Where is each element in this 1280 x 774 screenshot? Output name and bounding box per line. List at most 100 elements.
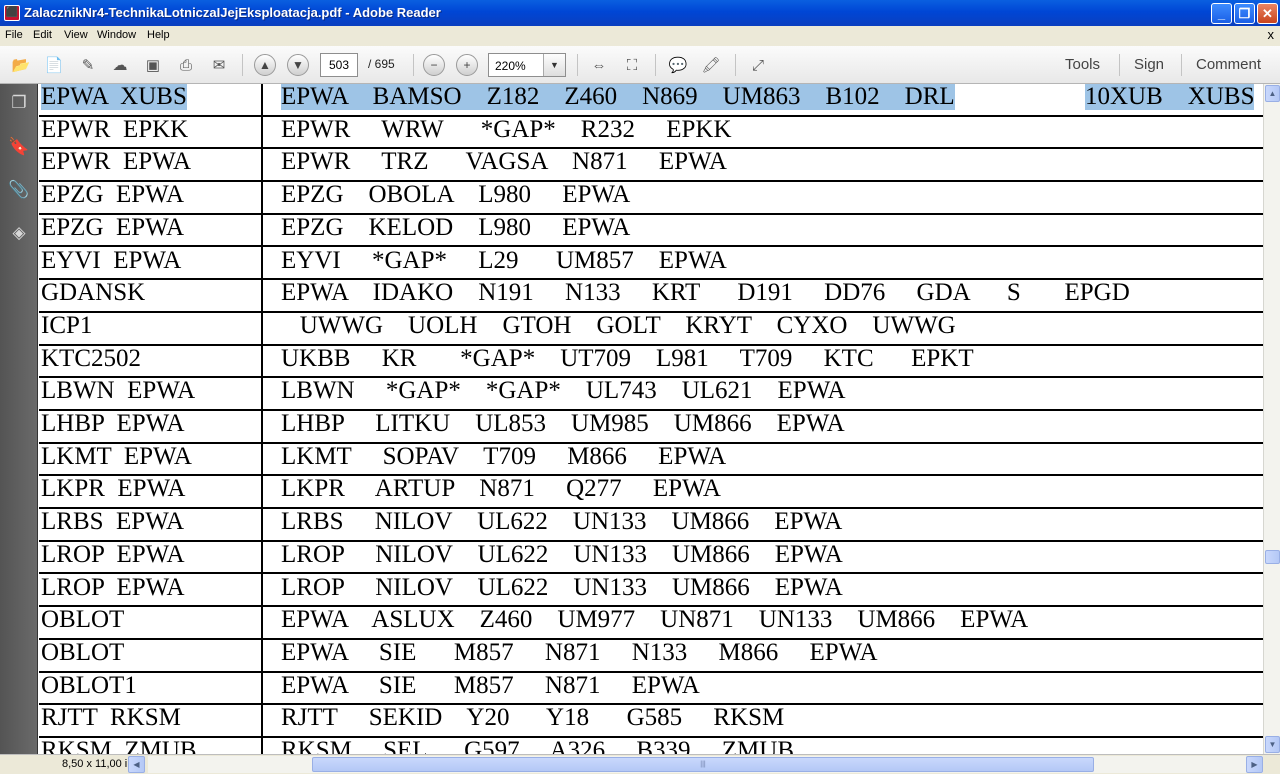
table-row: EPZG EPWA EPZG OBOLA L980 EPWA [39, 182, 1263, 215]
toolbar-separator [1181, 54, 1182, 76]
restore-button[interactable]: ❐ [1234, 3, 1255, 24]
menu-edit[interactable]: Edit [33, 29, 52, 41]
route-path-cell: UKBB KR *GAP* UT709 L981 T709 KTC EPKT [281, 344, 974, 372]
route-path-cell: LROP NILOV UL622 UN133 UM866 EPWA [281, 573, 843, 601]
route-name-cell: ICP1 [41, 311, 93, 339]
route-path-cell: EPWA ASLUX Z460 UM977 UN871 UN133 UM866 … [281, 606, 1029, 634]
table-row: LROP EPWA LROP NILOV UL622 UN133 UM866 EP… [39, 573, 1263, 608]
page-thumbnails-icon[interactable]: ❐ [8, 92, 30, 114]
route-path-cell: EYVI *GAP* L29 UM857 EPWA [281, 246, 727, 274]
route-path-cell: RJTT SEKID Y20 Y18 G585 RKSM [281, 704, 785, 732]
scroll-up-icon[interactable]: ▲ [1265, 85, 1280, 102]
route-path-cell: LBWN *GAP* *GAP* UL743 UL621 EPWA [281, 377, 846, 405]
zoom-select[interactable]: 220% ▼ [488, 53, 566, 77]
zoom-in-icon[interactable]: + [456, 54, 478, 76]
cloud-upload-icon[interactable]: ☁ [108, 53, 132, 77]
table-row: LHBP EPWA LHBP LITKU UL853 UM985 UM866 EP… [39, 411, 1263, 444]
close-button[interactable]: ✕ [1257, 3, 1278, 24]
minimize-button[interactable]: _ [1211, 3, 1232, 24]
toolbar-separator [655, 54, 656, 76]
route-path-cell: EPWR WRW *GAP* R232 EPKK [281, 115, 732, 143]
route-path-cell: EPWA BAMSO Z182 Z460 N869 UM863 B102 DRL [281, 84, 955, 110]
route-path-cell: EPWR TRZ VAGSA N871 EPWA [281, 148, 727, 176]
adobe-reader-icon: ⬛ [4, 5, 20, 21]
vertical-scrollbar[interactable]: ▲ ▼ [1263, 84, 1280, 754]
route-name-cell: KTC2502 [41, 344, 141, 372]
scroll-right-icon[interactable]: ▶ [1246, 756, 1263, 773]
toolbar-separator [577, 54, 578, 76]
previous-page-icon[interactable]: ▲ [254, 54, 276, 76]
table-row: EYVI EPWA EYVI *GAP* L29 UM857 EPWA [39, 246, 1263, 281]
route-name-cell: LKMT EPWA [41, 442, 192, 470]
route-name-cell: LHBP EPWA [41, 410, 185, 437]
print-icon[interactable]: ⎙ [174, 53, 198, 77]
toolbar: 📂 📄 ✎ ☁ ▣ ⎙ ✉ ▲ ▼ 503 / 695 − + 220% ▼ ⇔… [0, 46, 1280, 84]
table-row: LROP EPWA LROP NILOV UL622 UN133 UM866 EP… [39, 540, 1263, 575]
layers-icon[interactable]: ◈ [8, 222, 30, 244]
vertical-scroll-thumb[interactable] [1265, 550, 1280, 564]
horizontal-scroll-thumb[interactable]: ||| [312, 757, 1094, 772]
fit-width-icon[interactable]: ⇔ [587, 53, 611, 77]
route-path-cell: EPWA IDAKO N191 N133 KRT D191 DD76 GDA S… [281, 279, 1130, 307]
menu-bar: File Edit View Window Help x [0, 26, 1280, 46]
email-icon[interactable]: ✉ [207, 53, 231, 77]
close-document-button[interactable]: x [1268, 27, 1275, 42]
full-screen-icon[interactable]: ⤢ [746, 53, 770, 77]
toolbar-separator [413, 54, 414, 76]
fit-page-icon[interactable]: ⛶ [620, 53, 644, 77]
page-number-input[interactable]: 503 [320, 53, 358, 77]
edit-icon[interactable]: ✎ [76, 53, 100, 77]
table-row: LKPR EPWA LKPR ARTUP N871 Q277 EPWA [39, 475, 1263, 510]
bookmarks-icon[interactable]: 🔖 [8, 136, 30, 158]
sign-button[interactable]: Sign [1134, 56, 1164, 73]
sticky-note-icon[interactable]: 💬 [666, 53, 690, 77]
zoom-out-icon[interactable]: − [423, 54, 445, 76]
route-path-cell: EPZG OBOLA L980 EPWA [281, 181, 631, 209]
highlight-text-icon[interactable]: 🖍 [699, 53, 723, 77]
route-name-cell: LKPR EPWA [41, 475, 186, 503]
create-pdf-icon[interactable]: 📄 [42, 53, 66, 77]
route-path-cell: LKPR ARTUP N871 Q277 EPWA [281, 475, 721, 503]
zoom-value: 220% [495, 59, 526, 73]
menu-view[interactable]: View [64, 29, 88, 41]
route-name-cell: OBLOT [41, 606, 125, 634]
route-name-cell: EPWA XUBS [41, 84, 187, 110]
table-row: RJTT RKSM RJTT SEKID Y20 Y18 G585 RKSM [39, 705, 1263, 738]
table-row: ICP1 UWWG UOLH GTOH GOLT KRYT CYXO UWWG [39, 311, 1263, 346]
save-icon[interactable]: ▣ [141, 53, 165, 77]
attachments-icon[interactable]: 📎 [8, 179, 30, 201]
route-path-cell: LKMT SOPAV T709 M866 EPWA [281, 442, 727, 470]
table-row: EPWR EPWA EPWR TRZ VAGSA N871 EPWA [39, 148, 1263, 183]
document-view[interactable]: EPWA XUBS EPWA BAMSO Z182 Z460 N869 UM863… [39, 84, 1263, 754]
route-name-cell: LROP EPWA [41, 540, 185, 568]
chevron-down-icon[interactable]: ▼ [543, 54, 565, 76]
route-path-cell: EPWA SIE M857 N871 EPWA [281, 671, 700, 699]
next-page-icon[interactable]: ▼ [287, 54, 309, 76]
comment-button[interactable]: Comment [1196, 56, 1261, 73]
title-bar: ⬛ ZalacznikNr4-TechnikaLotniczaIJejEkspl… [0, 0, 1280, 26]
scroll-left-icon[interactable]: ◀ [128, 756, 145, 773]
route-path-cell: RKSM SEL G597 A326 B339 ZMUB [281, 737, 795, 755]
route-path-cell: LROP NILOV UL622 UN133 UM866 EPWA [281, 540, 843, 568]
table-row: EPWA XUBS EPWA BAMSO Z182 Z460 N869 UM863… [39, 84, 1263, 117]
route-name-cell: RKSM ZMUB [41, 737, 197, 755]
toolbar-separator [242, 54, 243, 76]
open-icon[interactable]: 📂 [9, 53, 33, 77]
table-row: EPZG EPWA EPZG KELOD L980 EPWA [39, 213, 1263, 248]
scroll-down-icon[interactable]: ▼ [1265, 736, 1280, 753]
menu-file[interactable]: File [5, 29, 23, 41]
navigation-panel: ❐ 🔖 📎 ◈ [0, 84, 38, 754]
horizontal-scrollbar[interactable]: ||| [148, 756, 1263, 773]
route-name-cell: LBWN EPWA [41, 377, 196, 405]
route-name-cell: RJTT RKSM [41, 704, 181, 732]
menu-window[interactable]: Window [97, 29, 136, 41]
menu-help[interactable]: Help [147, 29, 170, 41]
route-name-cell: EPZG EPWA [41, 181, 185, 209]
route-name-cell: EPWR EPKK [41, 115, 189, 143]
tools-button[interactable]: Tools [1065, 56, 1100, 73]
table-row: GDANSK EPWA IDAKO N191 N133 KRT D191 DD76… [39, 280, 1263, 313]
route-path-cell: UWWG UOLH GTOH GOLT KRYT CYXO UWWG [281, 311, 956, 339]
route-path-cell: EPZG KELOD L980 EPWA [281, 213, 631, 241]
route-name-cell: OBLOT [41, 638, 125, 666]
page-total: / 695 [368, 57, 395, 71]
